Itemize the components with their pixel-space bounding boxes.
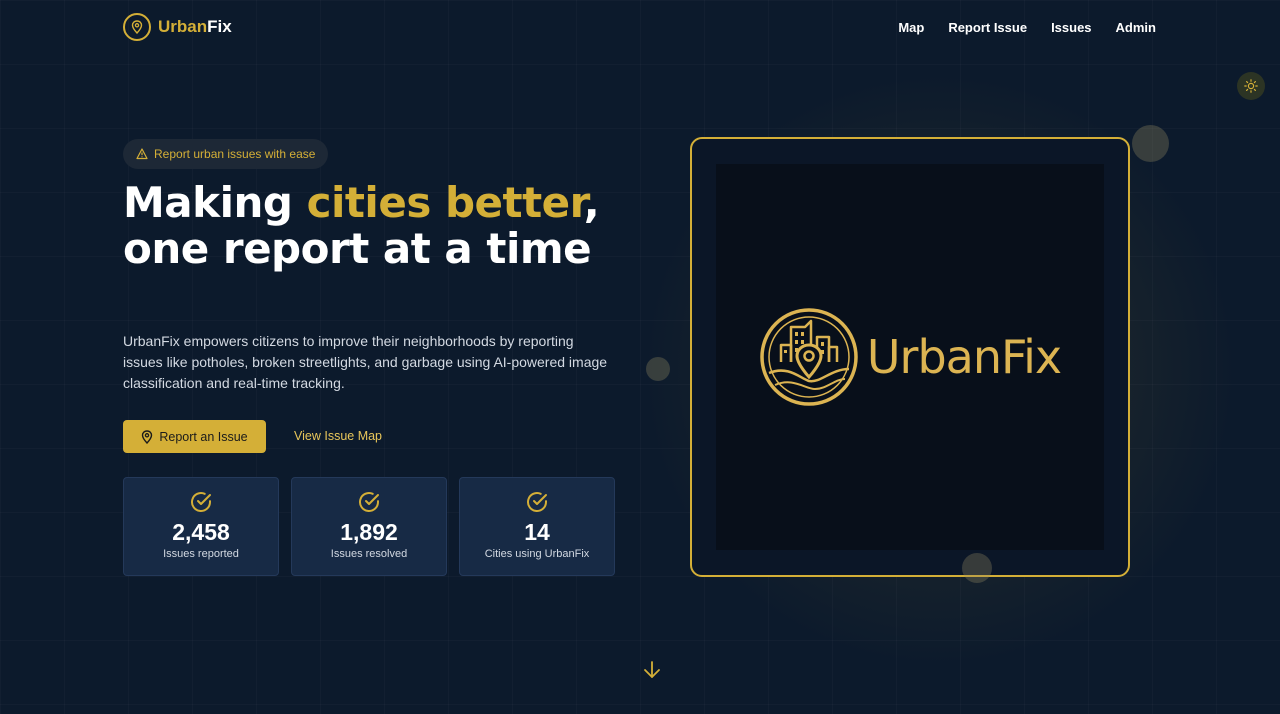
stat-card-issues-reported: 2,458 Issues reported (123, 477, 279, 576)
scroll-down-button[interactable] (642, 660, 662, 685)
sun-icon (1244, 79, 1258, 93)
stat-label: Cities using UrbanFix (484, 548, 590, 560)
decorative-dot (646, 357, 670, 381)
stat-card-cities: 14 Cities using UrbanFix (459, 477, 615, 576)
hero-badge-text: Report urban issues with ease (154, 147, 316, 161)
brand-logo[interactable]: UrbanFix (123, 13, 232, 41)
report-issue-button[interactable]: Report an Issue (123, 420, 266, 453)
main-nav: Map Report Issue Issues Admin (898, 20, 1156, 35)
hero-badge: Report urban issues with ease (123, 139, 329, 169)
city-map-pin-emblem-icon (760, 308, 858, 406)
logo-showcase-frame: UrbanFix (690, 137, 1130, 577)
nav-link-map[interactable]: Map (898, 20, 924, 35)
nav-link-issues[interactable]: Issues (1051, 20, 1091, 35)
nav-link-admin[interactable]: Admin (1116, 20, 1156, 35)
stat-card-issues-resolved: 1,892 Issues resolved (291, 477, 447, 576)
arrow-down-icon (644, 661, 660, 678)
stat-label: Issues reported (163, 548, 239, 560)
logo-showcase: UrbanFix (716, 164, 1104, 550)
stat-value: 1,892 (340, 519, 398, 545)
view-issue-map-link[interactable]: View Issue Map (294, 429, 382, 443)
hero-headline: Making cities better, one report at a ti… (123, 178, 600, 273)
brand-name: UrbanFix (158, 17, 232, 36)
hero-description: UrbanFix empowers citizens to improve th… (123, 333, 608, 391)
stat-value: 14 (524, 519, 550, 545)
check-circle-icon (527, 492, 547, 512)
theme-toggle-button[interactable] (1237, 72, 1265, 100)
stats-row: 2,458 Issues reported 1,892 Issues resol… (123, 477, 615, 576)
decorative-dot (962, 553, 992, 583)
report-issue-label: Report an Issue (159, 429, 248, 444)
stat-value: 2,458 (172, 519, 230, 545)
showcase-logo-text: UrbanFix (866, 330, 1062, 384)
map-pin-icon (123, 13, 151, 41)
map-pin-icon (142, 429, 153, 444)
check-circle-icon (191, 492, 211, 512)
decorative-dot (1132, 125, 1169, 162)
stat-label: Issues resolved (330, 548, 408, 560)
warning-triangle-icon (136, 148, 148, 160)
nav-link-report-issue[interactable]: Report Issue (948, 20, 1027, 35)
check-circle-icon (359, 492, 379, 512)
